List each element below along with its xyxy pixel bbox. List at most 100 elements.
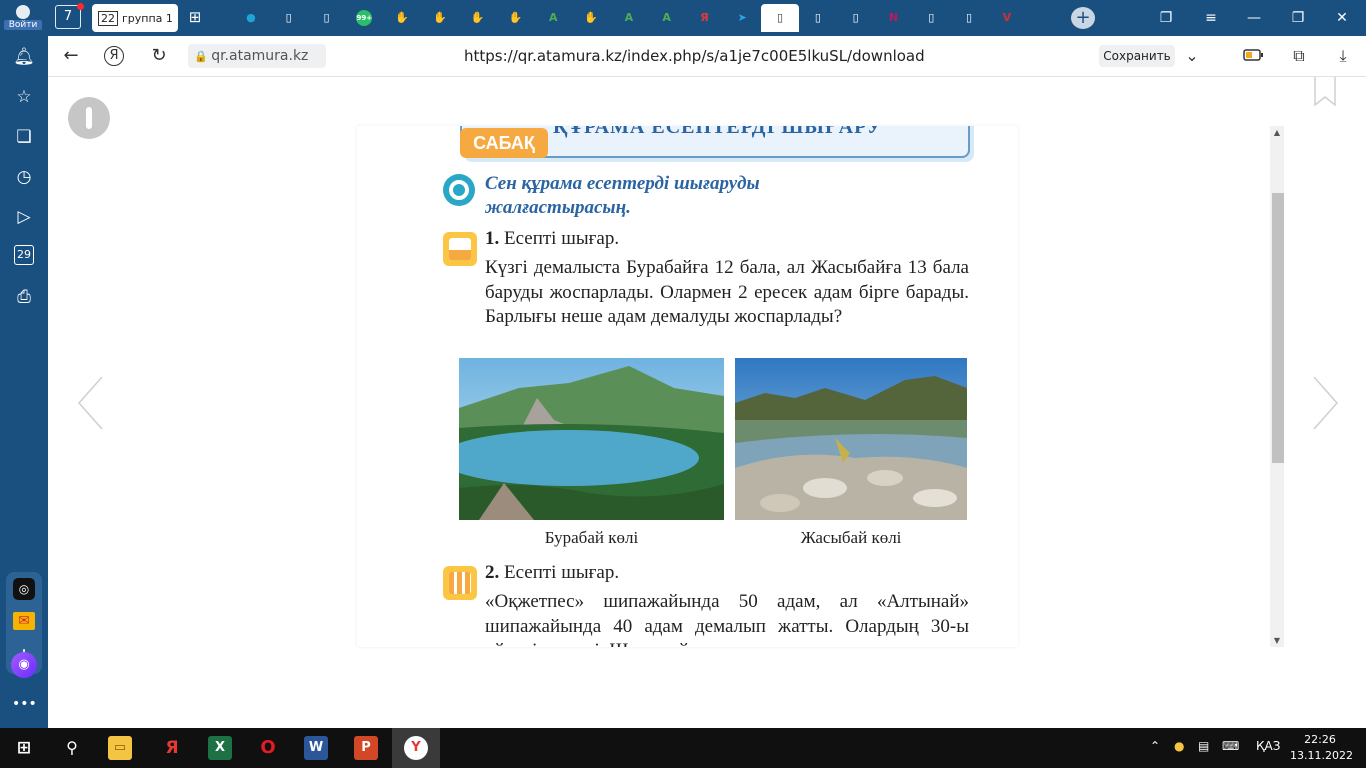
previous-page-icon[interactable]: [76, 375, 104, 431]
collections-icon[interactable]: ❐: [1148, 0, 1184, 36]
back-button[interactable]: ←: [60, 45, 82, 67]
hand-icon: ✋: [508, 11, 523, 24]
windows-start-icon[interactable]: ⊞: [12, 736, 36, 760]
windows-taskbar: ⊞ ⚲ ▭ Я X O W P Y ⌃ ● ▤ ⌨ ҚАЗ 22:26 13.1…: [0, 728, 1366, 768]
browser-tab-6[interactable]: ✋: [421, 4, 459, 32]
excel-icon[interactable]: X: [208, 736, 232, 760]
message-icon[interactable]: ▤: [1198, 739, 1209, 753]
minimize-button[interactable]: —: [1236, 0, 1272, 36]
page-scrollbar[interactable]: ▲ ▼: [1270, 126, 1284, 647]
tab-group-label: группа 1: [122, 11, 173, 25]
yandex-browser-icon[interactable]: Я: [160, 736, 184, 760]
extensions-icon[interactable]: ⧉: [1288, 45, 1310, 67]
tab-group[interactable]: 22 группа 1: [92, 4, 178, 32]
search-icon[interactable]: ⚲: [60, 736, 84, 760]
close-button[interactable]: ✕: [1324, 0, 1360, 36]
lock-icon: 🔒: [194, 50, 212, 63]
document-icon: ▯: [323, 11, 330, 24]
word-icon[interactable]: W: [304, 736, 328, 760]
site-info[interactable]: 🔒 qr.atamura.kz: [188, 44, 326, 68]
browser-tab-16[interactable]: ▯: [799, 4, 837, 32]
calendar-icon[interactable]: 29: [14, 245, 34, 265]
browser-tab-13[interactable]: Я: [686, 4, 724, 32]
keyboard-icon[interactable]: ⌨: [1222, 739, 1239, 753]
new-group-icon[interactable]: ⊞: [184, 8, 206, 28]
scroll-down-icon[interactable]: ▼: [1272, 636, 1282, 645]
bell-icon[interactable]: 🔔︎: [12, 45, 36, 69]
lesson-title: ҚҰРАМА ЕСЕПТЕРДІ ШЫҒАРУ: [553, 126, 883, 138]
pause-icon[interactable]: [68, 97, 110, 139]
scroll-thumb[interactable]: [1272, 193, 1284, 463]
scroll-up-icon[interactable]: ▲: [1272, 128, 1282, 137]
browser-tab-9[interactable]: A: [534, 4, 572, 32]
chevron-down-icon[interactable]: ⌄: [1181, 45, 1203, 67]
yandex-icon[interactable]: Y: [404, 736, 428, 760]
browser-tab-4[interactable]: 99+: [345, 4, 383, 32]
browser-tab-12[interactable]: A: [648, 4, 686, 32]
browser-tab-2[interactable]: ▯: [270, 4, 308, 32]
hand-icon: ✋: [395, 11, 409, 24]
notes-icon[interactable]: ❏: [12, 125, 36, 149]
browser-tab-8[interactable]: ✋: [497, 4, 535, 32]
alice-app-icon[interactable]: ◎: [13, 578, 35, 600]
shield-icon: V: [1002, 11, 1012, 24]
hand-icon: ✋: [433, 11, 447, 24]
browser-tab-11[interactable]: A: [610, 4, 648, 32]
telegram-icon: ➤: [737, 11, 747, 24]
document-icon: ▯: [814, 11, 821, 24]
screen: Войти 7 22 группа 1 ⊞ ● ▯ ▯ 99+ ✋ ✋ ✋ ✋ A ✋ A A Я ➤ ▯ ▯…: [0, 0, 1366, 768]
left-sidebar: 🔔︎ ☆ ❏ ◷ ▷ 29 ⎙ ◎ ✉ + ◉ •••: [0, 36, 48, 728]
battery-icon[interactable]: [1242, 45, 1264, 67]
tab-count-button[interactable]: 7: [55, 3, 84, 29]
browser-tab-3[interactable]: ▯: [308, 4, 346, 32]
download-icon[interactable]: ⤓: [1332, 45, 1354, 67]
screenshot-icon[interactable]: ⎙: [12, 285, 36, 309]
browser-tab-14[interactable]: ➤: [723, 4, 761, 32]
browser-tab-17[interactable]: ▯: [837, 4, 875, 32]
hand-icon: ✋: [584, 11, 598, 24]
menu-icon[interactable]: ≡: [1193, 0, 1229, 36]
alice-icon[interactable]: ◉: [11, 652, 37, 678]
browser-tab-19[interactable]: ▯: [912, 4, 950, 32]
reload-button[interactable]: ↻: [148, 45, 170, 67]
star-icon[interactable]: ☆: [12, 85, 36, 109]
bookmark-icon[interactable]: [1313, 77, 1337, 107]
save-button[interactable]: Сохранить: [1099, 45, 1175, 67]
mail-icon[interactable]: ✉: [13, 612, 35, 630]
browser-tab-7[interactable]: ✋: [459, 4, 497, 32]
url-field[interactable]: https://qr.atamura.kz/index.php/s/a1je7c…: [464, 47, 925, 65]
restore-button[interactable]: ❐: [1280, 0, 1316, 36]
browser-tab-10[interactable]: ✋: [572, 4, 610, 32]
network-icon[interactable]: ●: [1174, 739, 1184, 753]
document-icon: ▯: [285, 11, 292, 24]
document-icon: ▯: [928, 11, 935, 24]
browser-tab-5[interactable]: ✋: [383, 4, 421, 32]
powerpoint-icon[interactable]: P: [354, 736, 378, 760]
lesson-badge: САБАҚ: [460, 128, 548, 158]
language-indicator[interactable]: ҚАЗ: [1256, 739, 1280, 753]
browser-tab-20[interactable]: ▯: [950, 4, 988, 32]
book-icon: [443, 232, 477, 266]
browser-tab-15[interactable]: ▯: [761, 4, 799, 32]
yandex-disk-icon: ●: [246, 11, 256, 24]
document-icon: ▯: [852, 11, 859, 24]
opera-icon[interactable]: O: [256, 736, 280, 760]
video-icon[interactable]: ▷: [12, 205, 36, 229]
yandex-search-icon[interactable]: Я: [104, 46, 124, 66]
clock[interactable]: 22:26 13.11.2022: [1290, 732, 1353, 764]
next-page-icon[interactable]: [1312, 375, 1340, 431]
zhasybay-lake-image: [735, 358, 967, 520]
browser-tab-18[interactable]: N: [875, 4, 913, 32]
tab-group-count: 22: [98, 10, 118, 26]
task1-text: Күзгі демалыста Бурабайға 12 бала, ал Жа…: [485, 257, 969, 327]
file-explorer-icon[interactable]: ▭: [108, 736, 132, 760]
browser-tab-21[interactable]: V: [988, 4, 1026, 32]
document-viewer: САБАҚ ҚҰРАМА ЕСЕПТЕРДІ ШЫҒАРУ Сен құрама…: [48, 77, 1366, 728]
login-button[interactable]: Войти: [4, 3, 42, 33]
burabay-caption: Бурабай көлі: [544, 528, 639, 547]
history-icon[interactable]: ◷: [12, 165, 36, 189]
new-tab-button[interactable]: +: [1071, 7, 1095, 29]
browser-tab-1[interactable]: ●: [232, 4, 270, 32]
more-icon[interactable]: •••: [12, 692, 37, 716]
chevron-up-icon[interactable]: ⌃: [1150, 739, 1160, 753]
